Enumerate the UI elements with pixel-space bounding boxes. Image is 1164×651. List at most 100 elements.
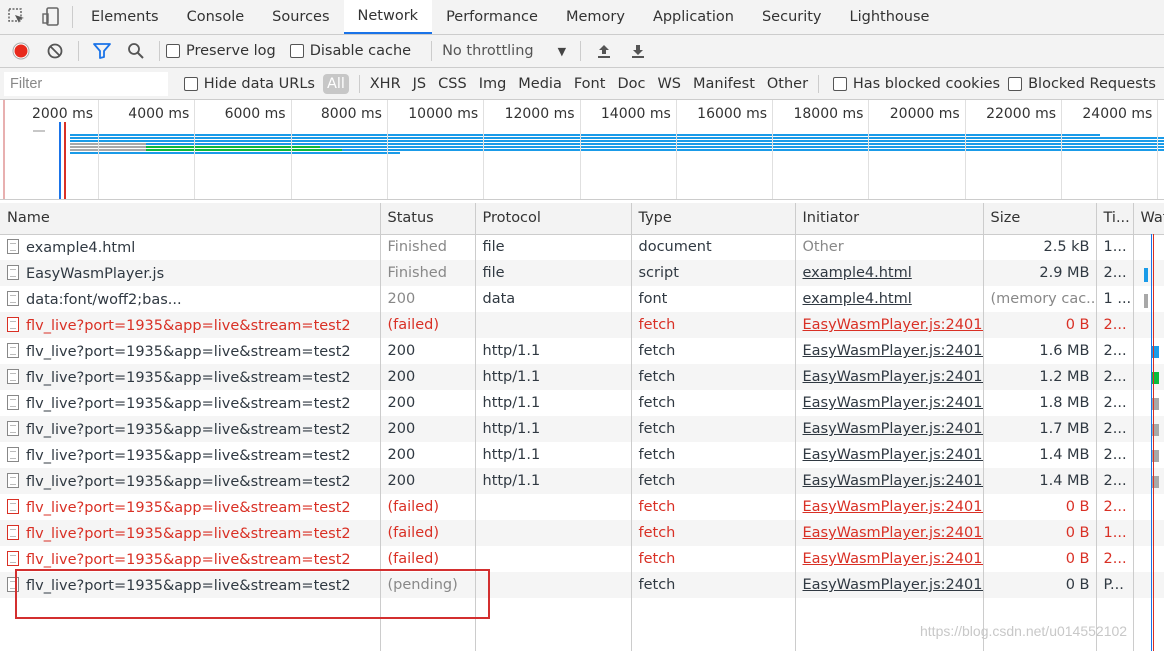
cell-initiator[interactable]: EasyWasmPlayer.js:24010 [795, 494, 984, 520]
cell-initiator[interactable]: EasyWasmPlayer.js:24010 [795, 520, 984, 546]
device-toolbar-button[interactable] [34, 0, 68, 34]
table-row[interactable]: flv_live?port=1935&app=live&stream=test2… [0, 416, 1164, 442]
cell-name[interactable]: data:font/woff2;bas... [0, 286, 381, 312]
table-row[interactable]: example4.html Finished file document Other 2.… [0, 234, 1164, 260]
cell-name[interactable]: flv_live?port=1935&app=live&stream=test2 [0, 416, 381, 442]
tab-lighthouse[interactable]: Lighthouse [836, 0, 944, 34]
column-header[interactable]: Name [0, 203, 381, 235]
filter-type-doc[interactable]: Doc [617, 76, 645, 92]
cell-name[interactable]: flv_live?port=1935&app=live&stream=test2 [0, 390, 381, 416]
initiator-link[interactable]: EasyWasmPlayer.js:24010 [803, 343, 983, 359]
column-header[interactable]: Size [983, 203, 1097, 235]
table-row[interactable]: data:font/woff2;bas... 200 data font example… [0, 286, 1164, 312]
checkbox-box[interactable] [1008, 76, 1023, 91]
table-row[interactable]: flv_live?port=1935&app=live&stream=test2… [0, 390, 1164, 416]
cell-name[interactable]: EasyWasmPlayer.js [0, 260, 381, 286]
initiator-link[interactable]: EasyWasmPlayer.js:24010 [803, 577, 983, 593]
tab-security[interactable]: Security [748, 0, 836, 34]
hide-data-urls-checkbox[interactable]: Hide data URLs [183, 76, 315, 92]
initiator-link[interactable]: example4.html [803, 265, 912, 281]
column-header[interactable]: Ti... [1096, 203, 1134, 235]
filter-type-img[interactable]: Img [479, 76, 507, 92]
table-row[interactable]: flv_live?port=1935&app=live&stream=test2… [0, 468, 1164, 494]
cell-initiator[interactable]: EasyWasmPlayer.js:24010 [795, 468, 984, 494]
cell-status: (failed) [380, 520, 476, 546]
cell-name[interactable]: example4.html [0, 234, 381, 260]
cell-initiator[interactable]: example4.html [795, 260, 984, 286]
filter-toggle-button[interactable] [85, 36, 119, 66]
table-row[interactable]: flv_live?port=1935&app=live&stream=test2… [0, 520, 1164, 546]
cell-name[interactable]: flv_live?port=1935&app=live&stream=test2 [0, 494, 381, 520]
import-har-button[interactable] [587, 36, 621, 66]
cell-initiator[interactable]: EasyWasmPlayer.js:24010 [795, 364, 984, 390]
cell-initiator[interactable]: EasyWasmPlayer.js:24010 [795, 572, 984, 598]
table-row[interactable]: flv_live?port=1935&app=live&stream=test2… [0, 312, 1164, 338]
table-row[interactable]: flv_live?port=1935&app=live&stream=test2… [0, 364, 1164, 390]
initiator-link[interactable]: EasyWasmPlayer.js:24010 [803, 499, 983, 515]
initiator-link[interactable]: EasyWasmPlayer.js:24010 [803, 395, 983, 411]
tab-memory[interactable]: Memory [552, 0, 639, 34]
initiator-link[interactable]: EasyWasmPlayer.js:24010 [803, 447, 983, 463]
cell-initiator[interactable]: EasyWasmPlayer.js:24010 [795, 338, 984, 364]
tab-application[interactable]: Application [639, 0, 748, 34]
column-header[interactable]: Initiator [795, 203, 984, 235]
checkbox-box[interactable] [289, 44, 304, 58]
cell-initiator[interactable]: EasyWasmPlayer.js:24010 [795, 390, 984, 416]
filter-type-font[interactable]: Font [574, 76, 606, 92]
filter-input[interactable]: Filter [4, 71, 168, 96]
filter-type-ws[interactable]: WS [657, 76, 681, 92]
initiator-link[interactable]: EasyWasmPlayer.js:24010 [803, 369, 983, 385]
disable-cache-checkbox[interactable]: Disable cache [289, 43, 411, 59]
timeline-overview[interactable]: 2000 ms 4000 ms 6000 ms 8000 ms 10000 ms 1200… [0, 100, 1164, 200]
cell-initiator[interactable]: EasyWasmPlayer.js:24010 [795, 442, 984, 468]
has-blocked-cookies-checkbox[interactable]: Has blocked cookies [832, 76, 1000, 92]
cell-initiator[interactable]: EasyWasmPlayer.js:24010 [795, 312, 984, 338]
checkbox-box[interactable] [832, 76, 847, 91]
table-row[interactable]: flv_live?port=1935&app=live&stream=test2… [0, 338, 1164, 364]
cell-name[interactable]: flv_live?port=1935&app=live&stream=test2 [0, 442, 381, 468]
initiator-link[interactable]: EasyWasmPlayer.js:24010 [803, 525, 983, 541]
initiator-link[interactable]: EasyWasmPlayer.js:24010 [803, 473, 983, 489]
cell-name[interactable]: flv_live?port=1935&app=live&stream=test2 [0, 338, 381, 364]
filter-type-manifest[interactable]: Manifest [693, 76, 755, 92]
filter-type-media[interactable]: Media [518, 76, 562, 92]
tab-sources[interactable]: Sources [258, 0, 343, 34]
filter-type-xhr[interactable]: XHR [370, 76, 401, 92]
tab-console[interactable]: Console [173, 0, 259, 34]
column-header[interactable]: Wat [1133, 203, 1164, 235]
tab-elements[interactable]: Elements [77, 0, 173, 34]
cell-name[interactable]: flv_live?port=1935&app=live&stream=test2 [0, 364, 381, 390]
initiator-link[interactable]: example4.html [803, 291, 912, 307]
filter-type-js[interactable]: JS [413, 76, 426, 92]
filter-type-css[interactable]: CSS [438, 76, 467, 92]
filter-type-all[interactable]: All [322, 73, 349, 94]
blocked-requests-checkbox[interactable]: Blocked Requests [1008, 76, 1156, 92]
initiator-link[interactable]: EasyWasmPlayer.js:24010 [803, 421, 983, 437]
throttling-select[interactable]: No throttling ▼ [442, 43, 566, 59]
column-header[interactable]: Status [380, 203, 476, 235]
search-button[interactable] [119, 36, 153, 66]
table-row[interactable]: flv_live?port=1935&app=live&stream=test2… [0, 494, 1164, 520]
cell-name[interactable]: flv_live?port=1935&app=live&stream=test2 [0, 468, 381, 494]
column-header[interactable]: Protocol [475, 203, 632, 235]
cell-initiator[interactable]: example4.html [795, 286, 984, 312]
export-har-button[interactable] [621, 36, 655, 66]
checkbox-box[interactable] [166, 44, 180, 58]
initiator-link[interactable]: EasyWasmPlayer.js:24010 [803, 551, 983, 567]
tab-network[interactable]: Network [343, 0, 433, 34]
cell-name[interactable]: flv_live?port=1935&app=live&stream=test2 [0, 520, 381, 546]
checkbox-box[interactable] [183, 76, 198, 91]
table-row[interactable]: EasyWasmPlayer.js Finished file script examp… [0, 260, 1164, 286]
inspect-element-button[interactable] [0, 0, 34, 34]
column-header[interactable]: Type [631, 203, 796, 235]
cell-initiator[interactable]: EasyWasmPlayer.js:24010 [795, 416, 984, 442]
cell-initiator[interactable]: EasyWasmPlayer.js:24010 [795, 546, 984, 572]
tab-performance[interactable]: Performance [432, 0, 552, 34]
cell-name[interactable]: flv_live?port=1935&app=live&stream=test2 [0, 312, 381, 338]
filter-type-other[interactable]: Other [767, 76, 808, 92]
initiator-link[interactable]: EasyWasmPlayer.js:24010 [803, 317, 983, 333]
preserve-log-checkbox[interactable]: Preserve log [166, 43, 276, 59]
clear-button[interactable] [38, 36, 72, 66]
table-row[interactable]: flv_live?port=1935&app=live&stream=test2… [0, 442, 1164, 468]
record-button[interactable] [4, 36, 38, 66]
